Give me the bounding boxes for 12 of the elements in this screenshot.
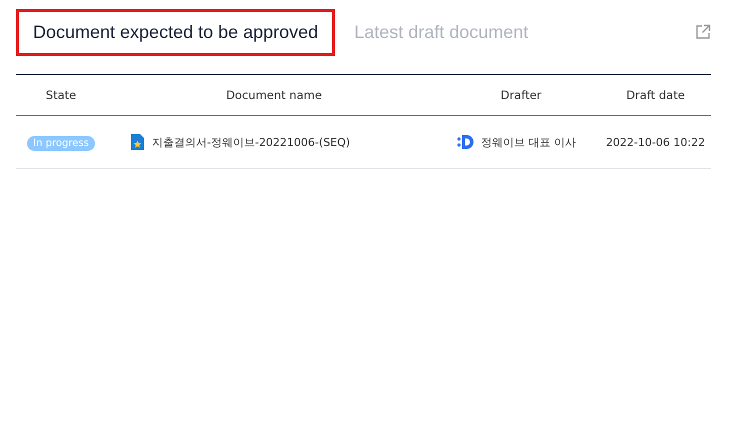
column-header: Draft date [626, 88, 685, 102]
document-icon [131, 134, 144, 150]
column-header: Document name [226, 88, 322, 102]
draft-date: 2022-10-06 10:22 [606, 136, 706, 148]
column-header: State [46, 88, 76, 102]
status-badge: In progress [27, 136, 95, 150]
document-link[interactable]: 지출결의서-정웨이브-20221006-(SEQ) [152, 134, 350, 150]
column-header: Drafter [500, 88, 542, 102]
external-link-icon[interactable] [695, 24, 711, 40]
tab[interactable]: Document expected to be approved [16, 8, 336, 56]
avatar-icon [457, 133, 475, 151]
drafter-name: 정웨이브 대표 이사 [481, 134, 576, 150]
